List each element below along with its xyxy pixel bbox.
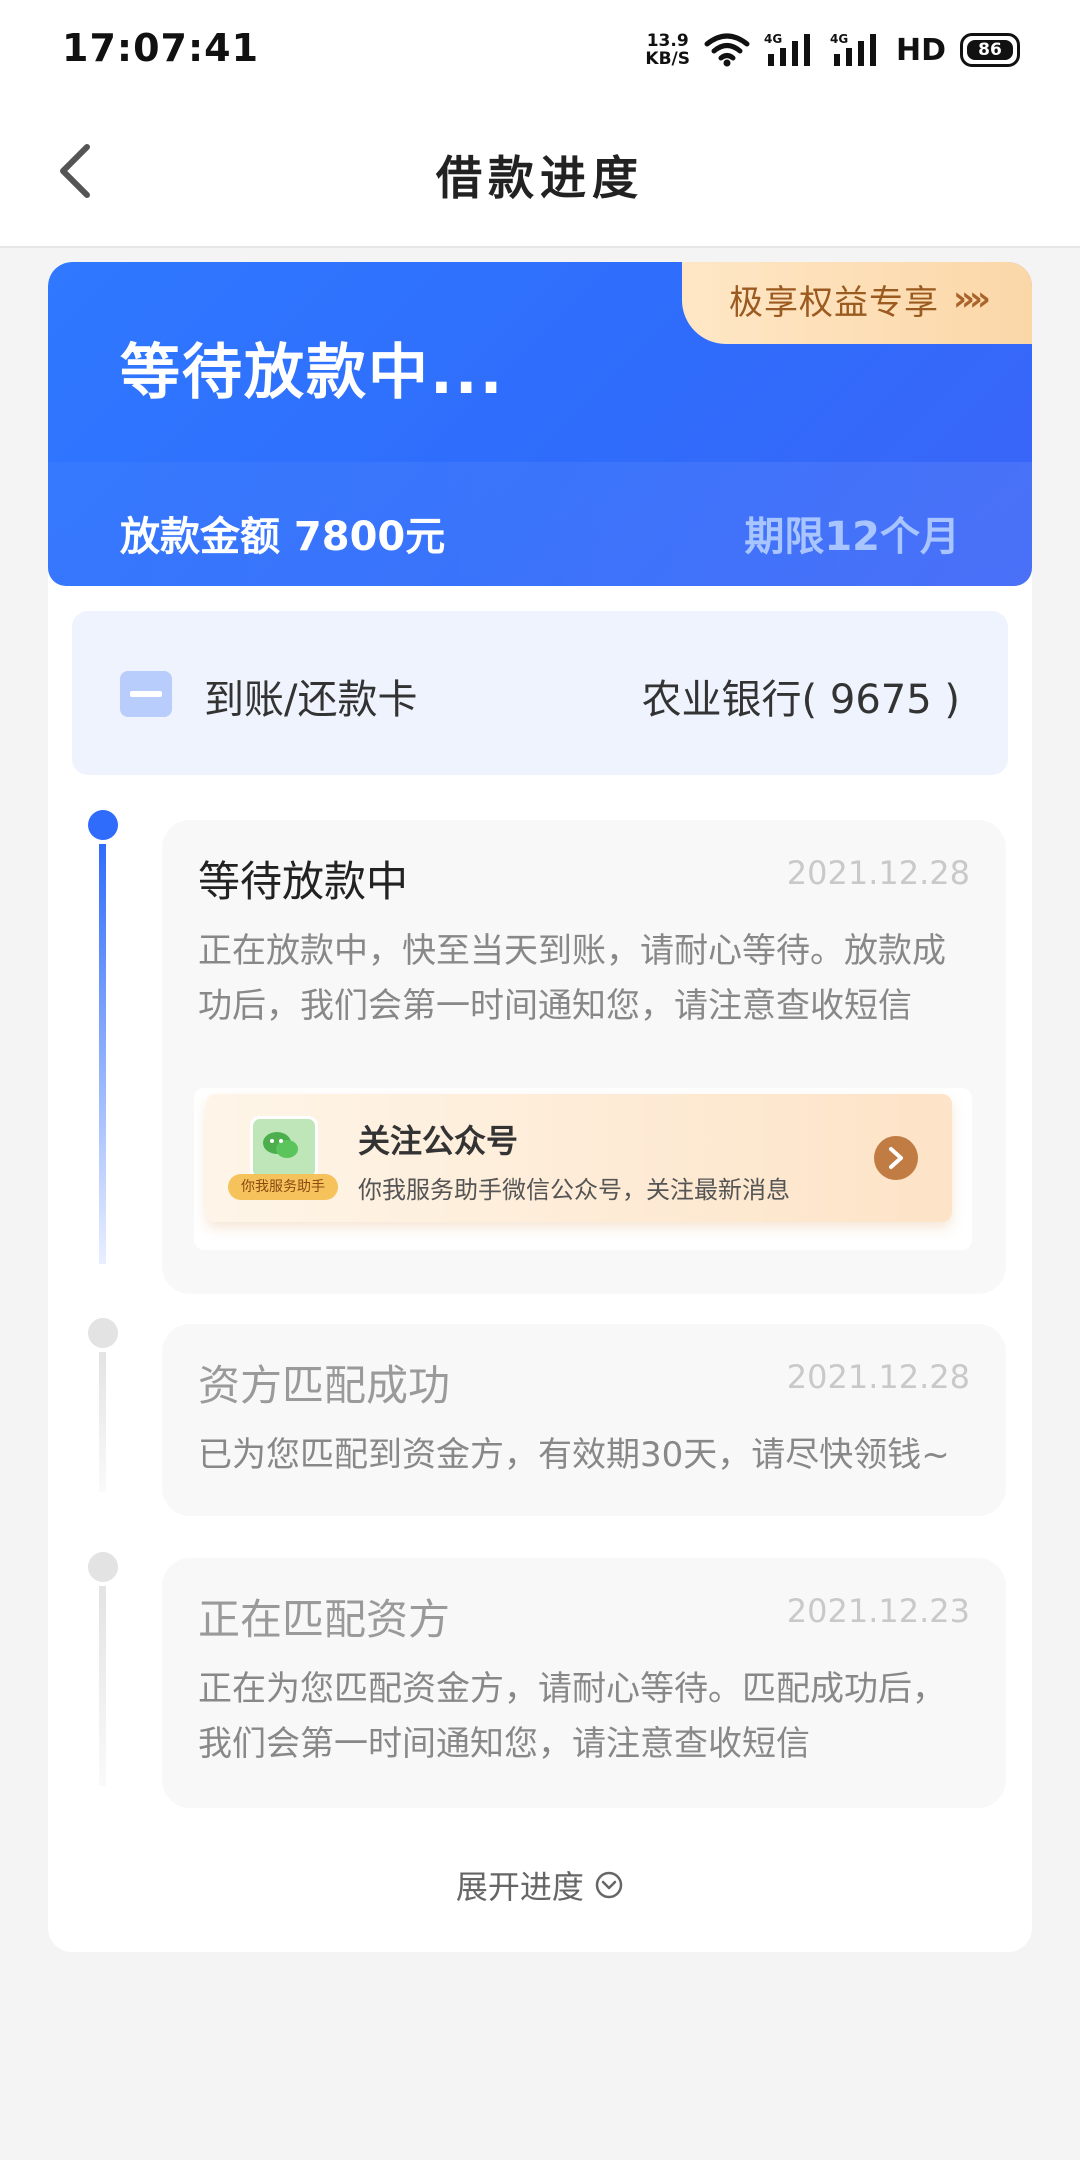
follow-subtitle: 你我服务助手微信公众号，关注最新消息 [358, 1176, 790, 1204]
vip-benefits-button[interactable]: 极享权益专享 »» [682, 262, 1032, 344]
follow-go-button[interactable] [874, 1136, 918, 1180]
timeline-date: 2021.12.28 [786, 854, 970, 892]
vip-benefits-label: 极享权益专享 [729, 282, 940, 323]
loan-status-title: 等待放款中... [120, 338, 505, 408]
follow-logo-tag: 你我服务助手 [228, 1174, 338, 1200]
loan-term: 期限12个月 [744, 514, 960, 560]
nav-bar: 借款进度 [0, 96, 1080, 248]
loan-amount: 放款金额 7800元 [120, 514, 446, 560]
timeline-line [99, 1586, 106, 1786]
follow-title: 关注公众号 [358, 1122, 519, 1160]
timeline-card: 正在匹配资方 2021.12.23 正在为您匹配资金方，请耐心等待。匹配成功后，… [162, 1558, 1006, 1808]
network-speed: 13.9 KB/S [645, 31, 690, 69]
bank-card-value: 农业银行( 9675 ) [641, 677, 960, 723]
triple-chevron-icon: »» [953, 279, 991, 319]
timeline-line [99, 1352, 106, 1492]
timeline-dot [88, 1552, 118, 1582]
battery-icon: 86 [960, 33, 1020, 67]
timeline-card: 资方匹配成功 2021.12.28 已为您匹配到资金方，有效期30天，请尽快领钱… [162, 1324, 1006, 1516]
timeline-item: 资方匹配成功 2021.12.28 已为您匹配到资金方，有效期30天，请尽快领钱… [48, 1318, 1032, 1518]
battery-level: 86 [967, 40, 1013, 60]
timeline-date: 2021.12.28 [786, 1358, 970, 1396]
expand-progress-button[interactable]: 展开进度 [48, 1862, 1032, 1908]
timeline-item: 正在匹配资方 2021.12.23 正在为您匹配资金方，请耐心等待。匹配成功后，… [48, 1552, 1032, 1812]
timeline-line [99, 844, 106, 1264]
timeline-title: 等待放款中 [198, 857, 409, 906]
wechat-icon: 你我服务助手 [228, 1108, 338, 1208]
expand-progress-label: 展开进度 [455, 1868, 584, 1906]
bank-card-icon [120, 671, 172, 717]
timeline-title: 资方匹配成功 [198, 1361, 451, 1410]
bank-card-label: 到账/还款卡 [204, 677, 418, 723]
timeline-card: 等待放款中 2021.12.28 正在放款中，快至当天到账，请耐心等待。放款成功… [162, 820, 1006, 1294]
signal-icon-2: 4G [830, 32, 876, 66]
timeline-title: 正在匹配资方 [198, 1595, 451, 1644]
timeline-dot [88, 1318, 118, 1348]
hd-indicator: HD [895, 32, 946, 68]
chevron-down-circle-icon [595, 1871, 623, 1899]
timeline-desc: 正在放款中，快至当天到账，请耐心等待。放款成功后，我们会第一时间通知您，请注意查… [198, 931, 946, 1026]
status-bar: 17:07:41 13.9 KB/S 4G 4G HD 86 [0, 0, 1080, 96]
follow-official-account-card[interactable]: 你我服务助手 关注公众号 你我服务助手微信公众号，关注最新消息 [194, 1088, 972, 1250]
svg-text:4G: 4G [830, 32, 848, 46]
timeline-desc: 正在为您匹配资金方，请耐心等待。匹配成功后，我们会第一时间通知您，请注意查收短信 [198, 1669, 946, 1764]
chevron-right-icon [889, 1147, 903, 1169]
timeline-desc: 已为您匹配到资金方，有效期30天，请尽快领钱~ [198, 1435, 950, 1475]
timeline-date: 2021.12.23 [786, 1592, 970, 1630]
signal-icon-1: 4G [764, 32, 810, 66]
loan-progress-panel: 等待放款中... 放款金额 7800元 期限12个月 极享权益专享 »» 到账/… [48, 262, 1032, 1952]
svg-text:4G: 4G [764, 32, 782, 46]
status-icons: 13.9 KB/S 4G 4G HD 86 [645, 28, 1020, 72]
page-title: 借款进度 [436, 151, 644, 205]
timeline-item: 等待放款中 2021.12.28 正在放款中，快至当天到账，请耐心等待。放款成功… [48, 810, 1032, 1294]
status-time: 17:07:41 [62, 26, 260, 70]
timeline-dot-active [88, 810, 118, 840]
wifi-icon [704, 33, 750, 67]
bank-card-row[interactable]: 到账/还款卡 农业银行( 9675 ) [72, 611, 1008, 775]
